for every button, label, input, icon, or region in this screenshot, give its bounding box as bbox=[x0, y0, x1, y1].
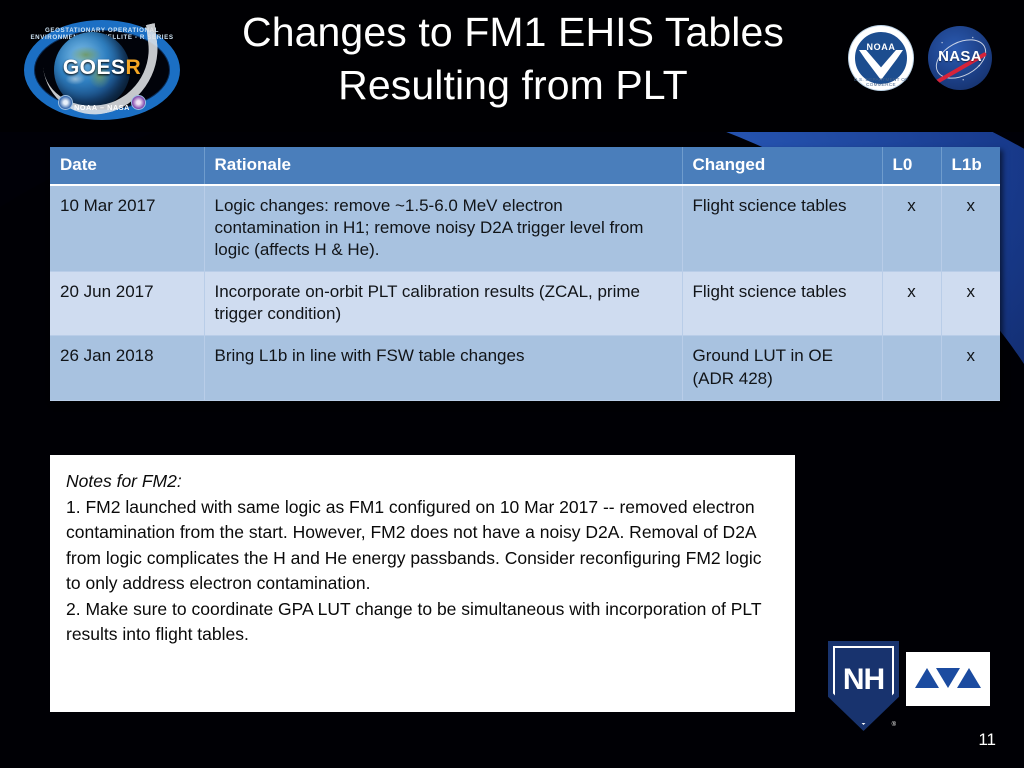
table-header-row: Date Rationale Changed L0 L1b bbox=[50, 147, 1000, 186]
cell-date: 26 Jan 2018 bbox=[50, 335, 205, 401]
page-number: 11 bbox=[978, 730, 996, 749]
nasa-logo: NASA bbox=[928, 26, 992, 90]
cell-changed: Flight science tables bbox=[682, 271, 883, 337]
cell-l1b: x bbox=[941, 335, 1000, 401]
changes-table-container: Date Rationale Changed L0 L1b 10 Mar 201… bbox=[50, 147, 1000, 401]
table-row: 26 Jan 2018 Bring L1b in line with FSW t… bbox=[50, 335, 1000, 401]
cell-rationale: Incorporate on-orbit PLT calibration res… bbox=[204, 271, 683, 337]
ava-logo bbox=[906, 652, 990, 706]
notes-heading: Notes for FM2: bbox=[66, 471, 182, 491]
notes-item-1: 1. FM2 launched with same logic as FM1 c… bbox=[66, 496, 762, 594]
noaa-logo: NOAA U.S. DEPARTMENT OF COMMERCE bbox=[849, 26, 913, 90]
goes-r-logo: GEOSTATIONARY OPERATIONAL ENVIRONMENTAL … bbox=[24, 20, 180, 127]
goes-r-arc-bottom-text: NOAA – NASA bbox=[74, 103, 130, 112]
table-row: 20 Jun 2017 Incorporate on-orbit PLT cal… bbox=[50, 271, 1000, 337]
cell-changed: Flight science tables bbox=[682, 185, 883, 273]
cell-date: 10 Mar 2017 bbox=[50, 185, 205, 273]
slide-title-line1: Changes to FM1 EHIS Tables bbox=[242, 9, 784, 55]
goes-r-wordmark: GOESR bbox=[24, 56, 180, 80]
cell-rationale: Bring L1b in line with FSW table changes bbox=[204, 335, 683, 401]
column-header-changed[interactable]: Changed bbox=[682, 147, 883, 186]
notes-box: Notes for FM2: 1. FM2 launched with same… bbox=[50, 455, 795, 712]
cell-rationale: Logic changes: remove ~1.5-6.0 MeV elect… bbox=[204, 185, 683, 273]
nasa-wordmark: NASA bbox=[938, 48, 982, 65]
cell-l1b: x bbox=[941, 271, 1000, 337]
unh-letters: NH bbox=[842, 663, 885, 696]
column-header-l1b[interactable]: L1b bbox=[941, 147, 1000, 186]
table-row: 10 Mar 2017 Logic changes: remove ~1.5-6… bbox=[50, 185, 1000, 273]
ava-triangles-icon bbox=[915, 668, 981, 690]
goes-r-wordmark-suffix: R bbox=[125, 56, 142, 79]
notes-item-2: 2. Make sure to coordinate GPA LUT chang… bbox=[66, 598, 762, 645]
cell-l0: x bbox=[882, 185, 942, 273]
unh-logo: NH ® bbox=[828, 641, 899, 731]
column-header-rationale[interactable]: Rationale bbox=[204, 147, 683, 186]
changes-table: Date Rationale Changed L0 L1b 10 Mar 201… bbox=[50, 147, 1000, 401]
slide-title-line2: Resulting from PLT bbox=[338, 62, 688, 109]
cell-changed: Ground LUT in OE (ADR 428) bbox=[682, 335, 883, 401]
ava-triangle-up-right bbox=[957, 668, 981, 688]
cell-l0 bbox=[882, 335, 942, 401]
slide-title: Changes to FM1 EHIS Tables Resulting fro… bbox=[190, 6, 836, 113]
cell-l0: x bbox=[882, 271, 942, 337]
noaa-wordmark: NOAA bbox=[866, 42, 896, 52]
cell-date: 20 Jun 2017 bbox=[50, 271, 205, 337]
column-header-l0[interactable]: L0 bbox=[882, 147, 942, 186]
goes-r-wordmark-main: GOES bbox=[62, 56, 126, 79]
slide: GEOSTATIONARY OPERATIONAL ENVIRONMENTAL … bbox=[0, 0, 1024, 768]
unh-registered-mark: ® bbox=[891, 722, 896, 728]
cell-l1b: x bbox=[941, 185, 1000, 273]
column-header-date[interactable]: Date bbox=[50, 147, 205, 186]
noaa-ring-text: U.S. DEPARTMENT OF COMMERCE bbox=[853, 77, 909, 87]
